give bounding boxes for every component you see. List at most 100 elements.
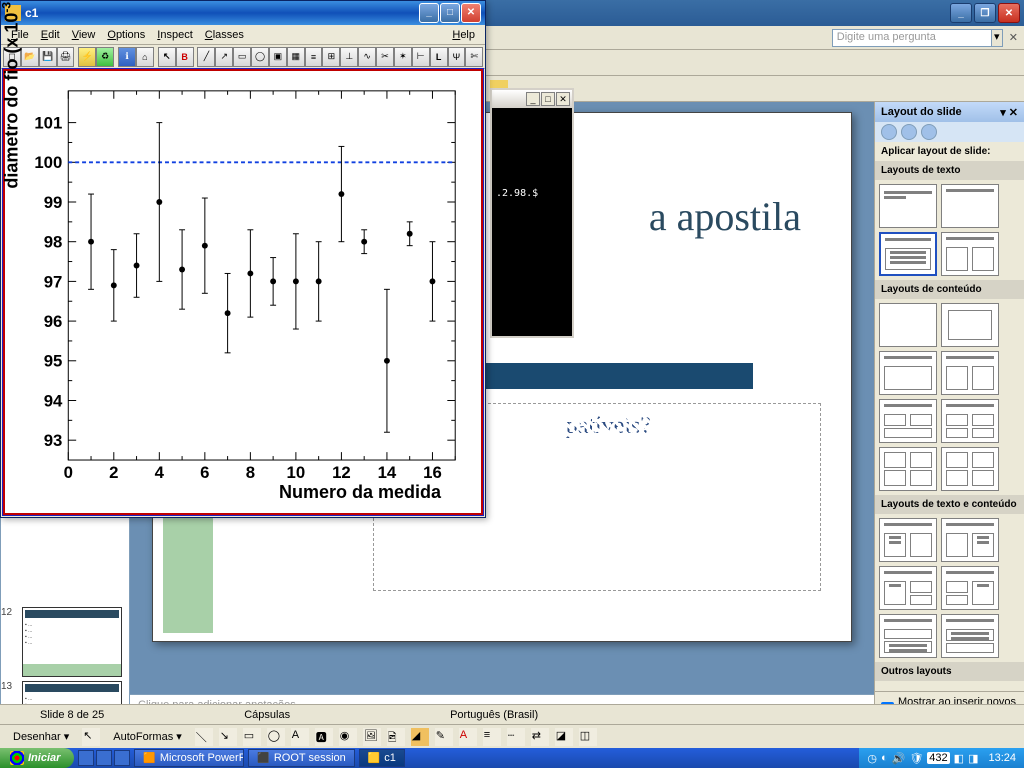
tb-rect[interactable]: ▭: [233, 47, 251, 67]
layout-option[interactable]: [941, 232, 999, 276]
root-canvas-window[interactable]: c1 _ □ ✕ File Edit View Options Inspect …: [0, 0, 486, 518]
menu-help[interactable]: Help: [446, 28, 481, 42]
thumb-12[interactable]: ▪ ...▪ ...▪ ...▪ ...: [22, 607, 122, 677]
task-ppt[interactable]: 🟧 Microsoft PowerPoint ...: [134, 749, 244, 767]
tb-save[interactable]: 💾: [39, 47, 57, 67]
minimize-button[interactable]: _: [950, 3, 972, 23]
ask-question-input[interactable]: Digite uma pergunta: [832, 29, 992, 47]
tb-psi[interactable]: Ψ: [448, 47, 466, 67]
rect-tool[interactable]: ▭: [243, 728, 261, 746]
layout-option[interactable]: [879, 351, 937, 395]
diagram-tool[interactable]: ◉: [339, 728, 357, 746]
fill-color[interactable]: ◢: [411, 728, 429, 746]
tb-marker[interactable]: ✶: [394, 47, 412, 67]
tray-icon[interactable]: ◐: [881, 752, 888, 764]
term-min-button[interactable]: _: [526, 92, 540, 106]
menu-inspect[interactable]: Inspect: [151, 28, 198, 42]
term-close-button[interactable]: ✕: [556, 92, 570, 106]
layout-option[interactable]: [941, 566, 999, 610]
draw-menu[interactable]: Desenhar ▾: [6, 727, 76, 746]
quick-launch[interactable]: [78, 750, 130, 766]
root-maximize-button[interactable]: □: [440, 3, 460, 23]
layout-option[interactable]: [941, 614, 999, 658]
tb-info[interactable]: ℹ: [118, 47, 136, 67]
task-root[interactable]: ⬛ ROOT session: [248, 749, 354, 767]
layout-option[interactable]: [879, 566, 937, 610]
question-dropdown[interactable]: ▾: [991, 29, 1003, 47]
textbox-tool[interactable]: A: [291, 728, 309, 746]
tb-pavetext[interactable]: ⊞: [322, 47, 340, 67]
layout-option[interactable]: [879, 303, 937, 347]
line-color[interactable]: ✎: [435, 728, 453, 746]
layout-option[interactable]: [941, 184, 999, 228]
select-tool[interactable]: ↖: [82, 728, 100, 746]
line-style[interactable]: ≡: [483, 728, 501, 746]
root-titlebar[interactable]: c1 _ □ ✕: [1, 1, 485, 25]
tb-open[interactable]: 📂: [21, 47, 39, 67]
font-color[interactable]: A: [459, 728, 477, 746]
wordart-tool[interactable]: 🅰: [315, 728, 333, 746]
tb-pad[interactable]: ▣: [269, 47, 287, 67]
close-button[interactable]: ✕: [998, 3, 1020, 23]
tb-line[interactable]: ╱: [197, 47, 215, 67]
tray-icon[interactable]: ◧: [954, 752, 964, 765]
line-tool[interactable]: ＼: [195, 728, 213, 746]
chart-canvas[interactable]: diametro do fio (x 10-3 mm) Numero da me…: [3, 69, 483, 515]
tb-pave[interactable]: ▦: [287, 47, 305, 67]
layout-option[interactable]: [941, 518, 999, 562]
menu-classes[interactable]: Classes: [199, 28, 250, 42]
maximize-button[interactable]: ❐: [974, 3, 996, 23]
layout-option[interactable]: [879, 614, 937, 658]
autoshapes-menu[interactable]: AutoFormas ▾: [106, 727, 189, 746]
layout-option[interactable]: [879, 447, 937, 491]
layout-option[interactable]: [941, 447, 999, 491]
picture-tool[interactable]: 🖻: [387, 728, 405, 746]
arrow-tool[interactable]: ↘: [219, 728, 237, 746]
arrow-style[interactable]: ⇄: [531, 728, 549, 746]
menu-view[interactable]: View: [66, 28, 102, 42]
panel-nav[interactable]: [875, 122, 1024, 142]
tb-flash[interactable]: ⚡: [78, 47, 96, 67]
layout-option[interactable]: [879, 399, 937, 443]
dash-style[interactable]: ┄: [507, 728, 525, 746]
clock[interactable]: 13:24: [988, 752, 1016, 764]
tray-badge[interactable]: 432: [927, 752, 949, 764]
shadow-style[interactable]: ◪: [555, 728, 573, 746]
tb-arrow[interactable]: ↗: [215, 47, 233, 67]
tb-pointer[interactable]: ↖: [158, 47, 176, 67]
layout-option[interactable]: [941, 351, 999, 395]
tb-axis[interactable]: ⊢: [412, 47, 430, 67]
layout-option[interactable]: [879, 232, 937, 276]
tb-latex[interactable]: L: [430, 47, 448, 67]
slide-title[interactable]: a apostila: [649, 193, 801, 240]
tb-ellipse[interactable]: ◯: [251, 47, 269, 67]
tb-print[interactable]: 🖨: [57, 47, 75, 67]
layout-option[interactable]: [941, 303, 999, 347]
layout-option[interactable]: [879, 184, 937, 228]
term-max-button[interactable]: □: [541, 92, 555, 106]
terminal-window[interactable]: _ □ ✕ .2.98.$: [490, 88, 574, 338]
tb-graph[interactable]: ⊥: [340, 47, 358, 67]
system-tray[interactable]: ◷ ◐ 🔊 🛡 432 ◧ ◨ 13:24: [859, 748, 1024, 768]
tb-button[interactable]: B: [176, 47, 194, 67]
tb-scissors[interactable]: ✄: [465, 47, 483, 67]
tray-icon[interactable]: 🔊: [892, 752, 906, 765]
layout-option[interactable]: [941, 399, 999, 443]
tray-icon[interactable]: ◨: [968, 752, 978, 765]
tb-text[interactable]: ≡: [305, 47, 323, 67]
start-button[interactable]: Iniciar: [0, 748, 74, 768]
task-c1[interactable]: 🟨 c1: [359, 749, 405, 767]
clipart-tool[interactable]: 🖼: [363, 728, 381, 746]
tray-icon[interactable]: 🛡: [909, 752, 923, 765]
tb-cut[interactable]: ✂: [376, 47, 394, 67]
tb-home[interactable]: ⌂: [136, 47, 154, 67]
layout-option[interactable]: [879, 518, 937, 562]
3d-style[interactable]: ◫: [579, 728, 597, 746]
menu-options[interactable]: Options: [101, 28, 151, 42]
tray-icon[interactable]: ◷: [867, 752, 877, 765]
menu-edit[interactable]: Edit: [35, 28, 66, 42]
tb-curve[interactable]: ∿: [358, 47, 376, 67]
root-minimize-button[interactable]: _: [419, 3, 439, 23]
oval-tool[interactable]: ◯: [267, 728, 285, 746]
tb-refresh[interactable]: ♻: [96, 47, 114, 67]
